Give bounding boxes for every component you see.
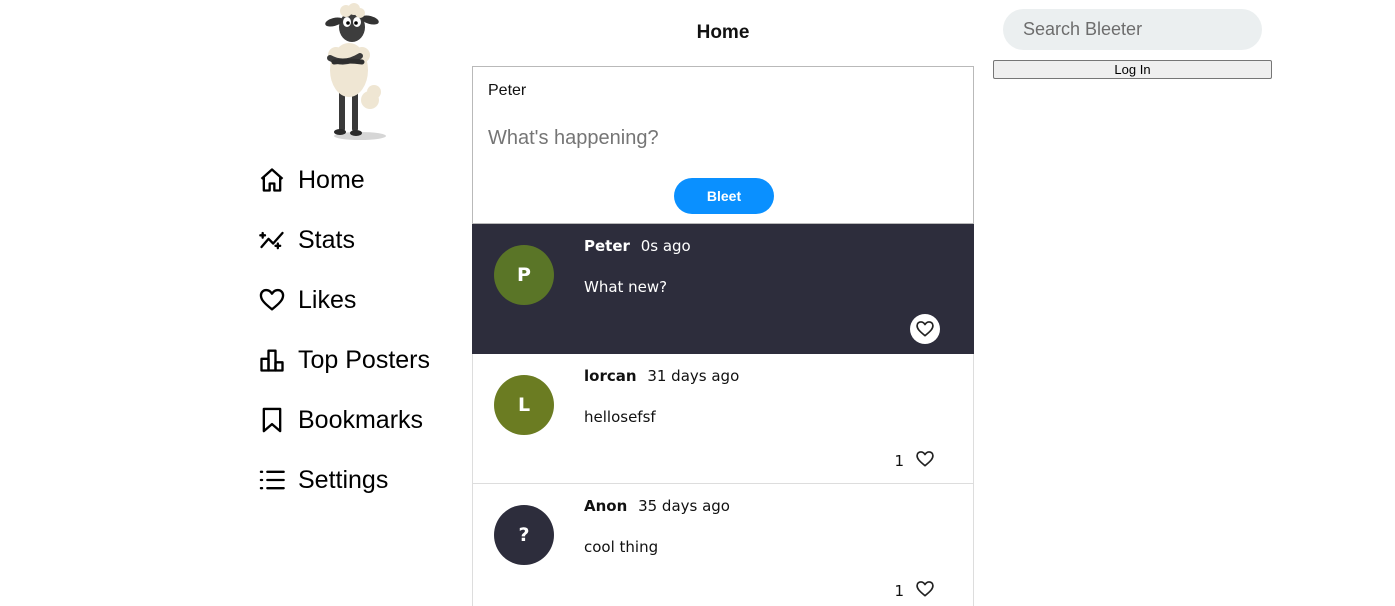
post-author[interactable]: Peter [584,237,630,255]
nav-item-label: Stats [298,225,355,254]
sidebar: Home Stats Likes Top Posters Bookmarks S… [250,0,460,606]
post[interactable]: ? Anon 35 days ago cool thing 1 [472,484,974,606]
home-icon [257,165,287,195]
bleet-button[interactable]: Bleet [674,178,774,214]
post-author[interactable]: lorcan [584,367,637,385]
like-button[interactable] [910,444,940,474]
post[interactable]: L lorcan 31 days ago hellosefsf 1 [472,354,974,484]
post-time: 0s ago [640,237,691,255]
nav-item-stats[interactable]: Stats [257,210,430,270]
sheep-mascot-logo[interactable] [316,0,396,145]
nav-item-label: Home [298,165,365,194]
post-author[interactable]: Anon [584,497,627,515]
nav-item-top-posters[interactable]: Top Posters [257,330,430,390]
heart-icon [916,321,934,337]
post-time: 31 days ago [647,367,740,385]
main-nav: Home Stats Likes Top Posters Bookmarks S… [257,150,430,510]
login-button[interactable]: Log In [993,60,1272,79]
like-count: 1 [894,582,904,600]
like-area [904,314,940,344]
heart-icon [257,285,287,315]
nav-item-settings[interactable]: Settings [257,450,430,510]
avatar[interactable]: ? [494,505,554,565]
like-button[interactable] [910,314,940,344]
post-header: Anon 35 days ago [584,497,730,515]
post-header: lorcan 31 days ago [584,367,739,385]
avatar[interactable]: P [494,245,554,305]
nav-item-label: Likes [298,285,357,314]
bar-chart-icon [257,345,287,375]
main-column: Home Peter Bleet P Peter 0s ago What new… [472,0,974,606]
bleet-composer: Peter Bleet [472,66,974,224]
nav-item-label: Bookmarks [298,405,424,434]
nav-item-label: Settings [298,465,389,494]
post-time: 35 days ago [638,497,730,515]
post[interactable]: P Peter 0s ago What new? [472,224,974,354]
like-area: 1 [894,574,940,604]
composer-input[interactable] [488,127,958,150]
post-text: hellosefsf [584,408,656,426]
nav-item-likes[interactable]: Likes [257,270,430,330]
like-button[interactable] [910,574,940,604]
post-header: Peter 0s ago [584,237,691,255]
composer-username: Peter [488,82,527,99]
post-text: cool thing [584,538,659,556]
list-icon [257,465,287,495]
sparkle-chart-icon [257,225,287,255]
bookmark-icon [257,405,287,435]
nav-item-home[interactable]: Home [257,150,430,210]
like-area: 1 [894,444,940,474]
avatar[interactable]: L [494,375,554,435]
feed: P Peter 0s ago What new? L lorcan 31 day… [472,224,974,606]
nav-item-bookmarks[interactable]: Bookmarks [257,390,430,450]
page-title: Home [696,22,750,43]
heart-icon [916,581,934,597]
post-text: What new? [584,278,668,296]
like-count: 1 [894,452,904,470]
nav-item-label: Top Posters [298,345,431,374]
search-input[interactable] [1003,9,1262,50]
heart-icon [916,451,934,467]
